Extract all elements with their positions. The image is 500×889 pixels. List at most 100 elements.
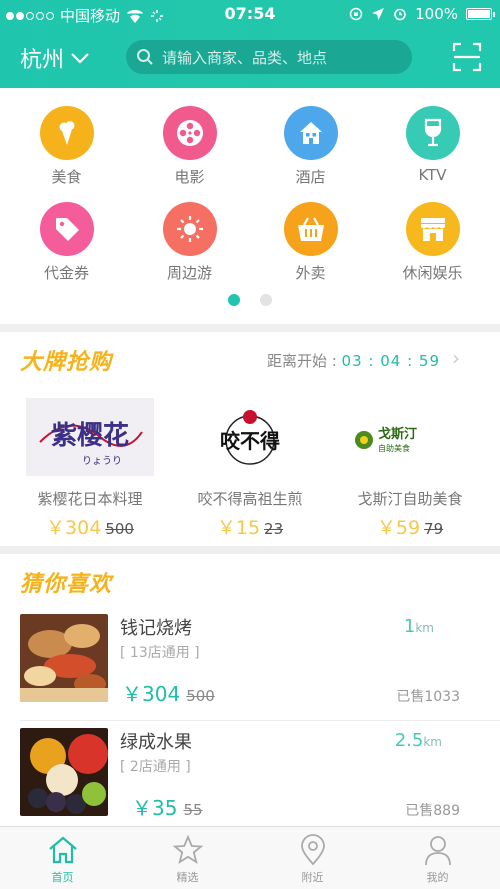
search-input[interactable]: 请输入商家、品类、地点 bbox=[126, 40, 412, 74]
search-icon bbox=[137, 49, 153, 65]
deal-old-price: 500 bbox=[105, 520, 134, 538]
deal-logo-text: 咬不得 bbox=[220, 429, 280, 453]
tab-label: 首页 bbox=[51, 871, 74, 884]
distance-value: 1 bbox=[403, 616, 416, 637]
page-dot-active[interactable] bbox=[228, 294, 240, 306]
deal-logo-text: 紫樱花 bbox=[51, 421, 129, 451]
tab-nearby[interactable]: 附近 bbox=[250, 827, 375, 889]
shop-photo bbox=[20, 614, 108, 702]
tab-mine[interactable]: 我的 bbox=[375, 827, 500, 889]
category-grid: 美食 电影 酒店 KTV 代金券 周边游 外卖 休闲娱乐 bbox=[0, 88, 500, 324]
star-icon bbox=[125, 833, 250, 867]
category-label: 电影 bbox=[174, 168, 205, 186]
city-selector[interactable]: 杭州 bbox=[20, 42, 90, 74]
deal-name: 咬不得高祖生煎 bbox=[197, 490, 303, 508]
battery-icon bbox=[466, 8, 495, 20]
page-indicator[interactable] bbox=[0, 294, 500, 306]
shop-name: 钱记烧烤 bbox=[120, 618, 192, 639]
recommend-section: 猜你喜欢 钱记烧烤 [ 13店通用 ] ￥304500 1km 已售1033 bbox=[0, 554, 500, 826]
tab-bar: 首页 精选 附近 我的 bbox=[0, 826, 500, 889]
location-arrow-icon bbox=[372, 8, 385, 20]
wine-glass-icon bbox=[405, 106, 460, 160]
deal-old-price: 23 bbox=[264, 520, 284, 538]
sold-count: 已售1033 bbox=[396, 689, 460, 705]
list-item[interactable]: 钱记烧烤 [ 13店通用 ] ￥304 500 1km 已售1033 bbox=[0, 610, 500, 720]
deal-price: ￥59 79 bbox=[327, 513, 493, 540]
ice-cream-icon bbox=[39, 106, 94, 160]
category-label: KTV bbox=[418, 166, 447, 184]
status-bar: 中国移动 07:54 100% bbox=[0, 0, 500, 30]
film-reel-icon bbox=[162, 106, 217, 160]
deal-new-price: ￥15 bbox=[216, 517, 261, 539]
tag-icon bbox=[39, 202, 94, 256]
item-old-price: 500 bbox=[186, 687, 215, 705]
shop-photo bbox=[20, 728, 108, 816]
store-count: [ 13店通用 ] bbox=[120, 645, 200, 661]
deal-price: ￥304 500 bbox=[7, 513, 173, 540]
chevron-right-icon[interactable]: › bbox=[452, 346, 460, 370]
house-icon bbox=[283, 106, 338, 160]
tab-label: 附近 bbox=[301, 871, 324, 884]
category-label: 周边游 bbox=[166, 264, 212, 282]
distance-unit: km bbox=[415, 621, 434, 635]
item-old-price: 55 bbox=[183, 801, 203, 819]
home-icon bbox=[0, 833, 125, 867]
deal-name: 戈斯汀自助美食 bbox=[357, 490, 463, 508]
category-label: 外卖 bbox=[295, 264, 326, 282]
top-bar: 中国移动 07:54 100% 杭州 请输入商家、品类、地点 bbox=[0, 0, 500, 88]
tab-featured[interactable]: 精选 bbox=[125, 827, 250, 889]
category-ktv[interactable]: KTV bbox=[370, 106, 495, 184]
deal-card[interactable]: 戈斯汀 自助美食 戈斯汀自助美食 ￥59 79 bbox=[327, 398, 493, 540]
category-hotel[interactable]: 酒店 bbox=[248, 106, 373, 187]
city-label: 杭州 bbox=[20, 48, 65, 73]
alarm-icon bbox=[394, 8, 406, 21]
basket-icon bbox=[283, 202, 338, 256]
deal-new-price: ￥59 bbox=[376, 517, 421, 539]
category-leisure[interactable]: 休闲娱乐 bbox=[370, 202, 495, 283]
deal-price: ￥15 23 bbox=[167, 513, 333, 540]
sun-icon bbox=[162, 202, 217, 256]
section-title: 大牌抢购 bbox=[20, 350, 113, 375]
deal-card[interactable]: 紫樱花 りょうり 紫樱花日本料理 ￥304 500 bbox=[7, 398, 173, 540]
item-new-price: ￥35 bbox=[132, 796, 178, 820]
category-takeout[interactable]: 外卖 bbox=[248, 202, 373, 283]
category-label: 休闲娱乐 bbox=[402, 264, 463, 282]
deal-card[interactable]: 咬不得 咬不得高祖生煎 ￥15 23 bbox=[167, 398, 333, 540]
category-movie[interactable]: 电影 bbox=[127, 106, 252, 187]
user-icon bbox=[375, 833, 500, 867]
category-food[interactable]: 美食 bbox=[4, 106, 129, 187]
page-dot[interactable] bbox=[260, 294, 272, 306]
deal-old-price: 79 bbox=[424, 520, 444, 538]
category-voucher[interactable]: 代金券 bbox=[4, 202, 129, 283]
list-item[interactable]: 绿成水果 [ 2店通用 ] ￥35 55 2.5km 已售889 bbox=[0, 724, 500, 834]
countdown-timer: 03 : 04 : 59 bbox=[341, 352, 440, 370]
shop-name: 绿成水果 bbox=[120, 732, 192, 753]
countdown: 距离开始 : 03 : 04 : 59 bbox=[267, 350, 440, 371]
category-nearby-trip[interactable]: 周边游 bbox=[127, 202, 252, 283]
deal-logo-subtext: りょうり bbox=[82, 455, 122, 467]
distance-value: 2.5 bbox=[394, 730, 424, 751]
divider bbox=[20, 720, 500, 721]
item-price: ￥304 500 bbox=[122, 678, 215, 707]
distance-unit: km bbox=[423, 735, 442, 749]
nav-bar: 杭州 请输入商家、品类、地点 bbox=[0, 38, 500, 78]
deal-logo: 戈斯汀 自助美食 bbox=[346, 398, 474, 476]
scan-icon[interactable] bbox=[452, 42, 482, 72]
tab-home[interactable]: 首页 bbox=[0, 827, 125, 889]
tab-label: 我的 bbox=[426, 871, 449, 884]
item-new-price: ￥304 bbox=[122, 682, 181, 706]
shop-icon bbox=[405, 202, 460, 256]
battery-percent: 100% bbox=[415, 5, 458, 23]
search-placeholder: 请输入商家、品类、地点 bbox=[162, 48, 328, 67]
category-label: 酒店 bbox=[295, 168, 326, 186]
deal-logo-subtext: 自助美食 bbox=[378, 443, 410, 453]
deal-logo: 咬不得 bbox=[186, 398, 314, 476]
category-label: 代金券 bbox=[43, 264, 89, 282]
category-label: 美食 bbox=[51, 168, 82, 186]
section-title: 猜你喜欢 bbox=[20, 572, 113, 597]
store-count: [ 2店通用 ] bbox=[120, 759, 191, 775]
distance: 1km bbox=[404, 616, 434, 637]
deal-logo: 紫樱花 りょうり bbox=[26, 398, 154, 476]
deal-name: 紫樱花日本料理 bbox=[37, 490, 143, 508]
orientation-lock-icon bbox=[349, 7, 363, 21]
